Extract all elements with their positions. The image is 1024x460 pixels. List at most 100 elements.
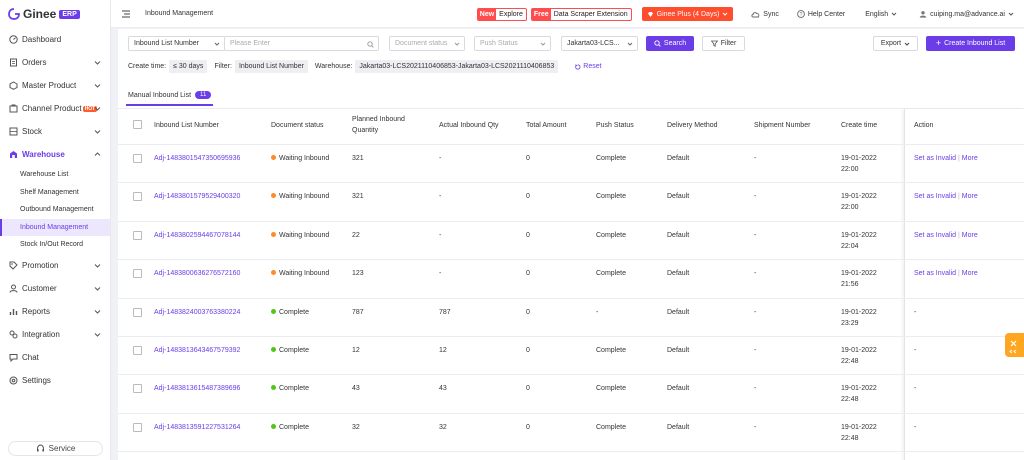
chevron-down-icon — [94, 309, 101, 314]
submenu-stock-record[interactable]: Stock In/Out Record — [0, 236, 110, 254]
sidebar-item-integration[interactable]: Integration — [0, 323, 110, 346]
ginee-plus-button[interactable]: Ginee Plus (4 Days) — [641, 7, 734, 21]
active-filters: Create time: ≤ 30 days Filter: Inbound L… — [128, 60, 602, 73]
status-cell: Complete — [271, 307, 309, 318]
warehouse-chip[interactable]: Jakarta03-LCS2021110406853-Jakarta03-LCS… — [355, 60, 559, 73]
search-icon[interactable] — [367, 40, 374, 48]
sidebar-item-warehouse[interactable]: Warehouse — [0, 143, 110, 166]
status-cell: Complete — [271, 345, 309, 356]
total-amount: 0 — [526, 231, 530, 239]
inbound-number-link[interactable]: Adj-1483802594467078144 — [154, 230, 240, 241]
submenu-inbound-management[interactable]: Inbound Management — [0, 218, 110, 236]
explore-button[interactable]: New Explore — [476, 7, 527, 21]
row-checkbox[interactable] — [133, 422, 142, 432]
sidebar-item-chat[interactable]: Chat — [0, 346, 110, 369]
set-invalid-link[interactable]: Set as Invalid — [914, 270, 956, 277]
tab-manual-inbound-list[interactable]: Manual Inbound List 11 — [126, 91, 214, 106]
action-separator: | — [957, 155, 960, 162]
sync-button[interactable]: Sync — [751, 11, 779, 18]
row-checkbox[interactable] — [133, 384, 142, 394]
create-time-chip[interactable]: ≤ 30 days — [169, 60, 208, 73]
sidebar-item-settings[interactable]: Settings — [0, 369, 110, 392]
data-scraper-button[interactable]: Free Data Scraper Extension — [530, 7, 632, 21]
push-status-select[interactable]: Push Status — [474, 36, 551, 51]
language-selector[interactable]: English — [865, 11, 897, 18]
brand-logo[interactable]: Ginee ERP — [0, 0, 110, 28]
sidebar-item-master-product[interactable]: Master Product — [0, 74, 110, 97]
total-amount: 0 — [526, 193, 530, 201]
filter-chip[interactable]: Inbound List Number — [234, 60, 308, 73]
more-link[interactable]: More — [962, 193, 978, 200]
row-checkbox[interactable] — [133, 230, 142, 240]
submenu-shelf-management[interactable]: Shelf Management — [0, 184, 110, 202]
chevron-down-icon — [214, 42, 220, 46]
push-status: Complete — [596, 270, 626, 278]
reports-icon — [8, 306, 18, 316]
more-link[interactable]: More — [962, 232, 978, 239]
search-input[interactable]: Please Enter — [224, 36, 379, 51]
shipment-number: - — [754, 308, 757, 316]
export-button[interactable]: Export — [873, 36, 918, 51]
actual-qty: 12 — [439, 347, 447, 354]
help-center-label: Help Center — [807, 10, 846, 18]
sidebar-item-orders[interactable]: Orders — [0, 51, 110, 74]
set-invalid-link[interactable]: Set as Invalid — [914, 232, 956, 239]
reset-link[interactable]: Reset — [575, 63, 602, 70]
row-actions: Set as Invalid | More — [914, 230, 978, 241]
row-checkbox[interactable] — [133, 154, 142, 163]
inbound-number-link[interactable]: Adj-1483813615487389696 — [154, 383, 240, 394]
sidebar-item-promotion[interactable]: Promotion — [0, 254, 110, 277]
chevron-up-icon — [94, 152, 101, 156]
create-button-label: Create Inbound List — [944, 40, 1006, 47]
filter-button[interactable]: Filter — [702, 36, 745, 51]
set-invalid-link[interactable]: Set as Invalid — [914, 155, 956, 162]
create-time-label: Create time: — [128, 63, 167, 70]
user-menu[interactable]: cuiping.ma@advance.ai — [919, 10, 1014, 18]
sidebar-item-label: Customer — [22, 283, 57, 293]
customer-icon — [8, 283, 18, 293]
set-invalid-link[interactable]: Set as Invalid — [914, 193, 956, 200]
inbound-number-link[interactable]: Adj-1483813591227531264 — [154, 422, 240, 433]
action-separator: | — [957, 270, 960, 278]
chevron-down-icon — [454, 42, 460, 46]
more-link[interactable]: More — [962, 155, 978, 162]
row-checkbox[interactable] — [133, 307, 142, 317]
inbound-number-link[interactable]: Adj-1483800636276572160 — [154, 268, 240, 279]
chat-icon — [8, 352, 18, 362]
create-clock: 22:48 — [841, 396, 859, 404]
document-status-select[interactable]: Document status — [389, 36, 465, 51]
inbound-number-link[interactable]: Adj-1483824003763380224 — [154, 307, 240, 318]
inbound-number-link[interactable]: Adj-1483801579529400320 — [154, 191, 240, 202]
sidebar-nav-lower: Promotion Customer Reports Integration C… — [0, 254, 110, 392]
search-button[interactable]: Search — [646, 36, 694, 51]
service-button[interactable]: Service — [8, 441, 103, 456]
search-field-select[interactable]: Inbound List Number — [128, 36, 225, 51]
row-checkbox[interactable] — [133, 192, 142, 202]
row-checkbox[interactable] — [133, 269, 142, 279]
table-row: Adj-1483813643467579392 Complete 12 12 0 Comp… — [118, 337, 1024, 376]
more-link[interactable]: More — [962, 270, 978, 277]
delivery-method: Default — [667, 231, 690, 239]
submenu-outbound-management[interactable]: Outbound Management — [0, 201, 110, 219]
sidebar-item-customer[interactable]: Customer — [0, 277, 110, 300]
select-all-checkbox[interactable] — [133, 120, 142, 129]
menu-collapse-icon[interactable] — [121, 9, 131, 19]
sidebar-item-stock[interactable]: Stock — [0, 120, 110, 143]
inbound-number-link[interactable]: Adj-1483801547350695936 — [154, 153, 240, 164]
create-inbound-list-button[interactable]: + Create Inbound List — [926, 36, 1015, 51]
inbound-number-link[interactable]: Adj-1483813643467579392 — [154, 345, 240, 356]
row-checkbox[interactable] — [133, 346, 142, 355]
push-status: Complete — [596, 193, 626, 201]
floating-tools-button[interactable] — [1005, 333, 1024, 357]
integration-icon — [8, 329, 18, 339]
document-status-placeholder: Document status — [395, 40, 448, 47]
shipment-number: - — [754, 385, 757, 393]
sidebar-item-channel-product[interactable]: Channel Product HOT — [0, 97, 110, 120]
help-center-link[interactable]: ? Help Center — [796, 10, 846, 18]
sidebar-item-reports[interactable]: Reports — [0, 300, 110, 323]
warehouse-select[interactable]: Jakarta03-LCS... — [561, 36, 638, 51]
submenu-warehouse-list[interactable]: Warehouse List — [0, 166, 110, 184]
status-dot — [271, 423, 276, 429]
svg-text:?: ? — [799, 12, 802, 18]
sidebar-item-dashboard[interactable]: Dashboard — [0, 28, 110, 51]
